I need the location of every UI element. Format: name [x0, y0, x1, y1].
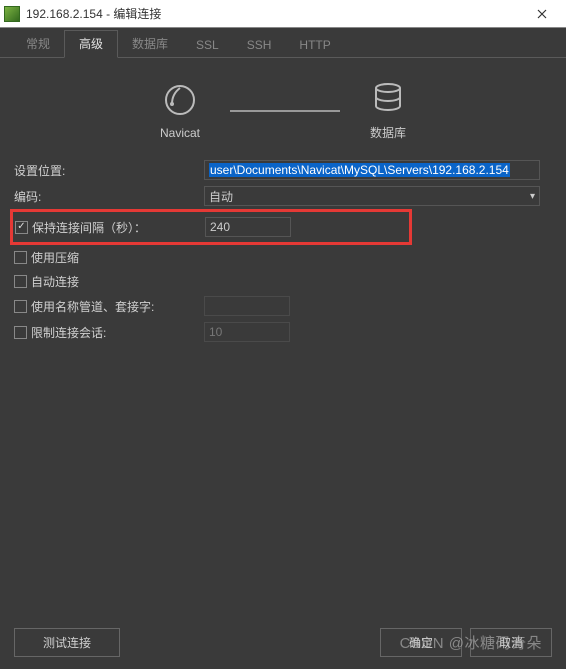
tabstrip: 常规 高级 数据库 SSL SSH HTTP [0, 28, 566, 58]
close-button[interactable] [522, 0, 562, 28]
label-keep-alive: 保持连接间隔（秒）： [32, 219, 146, 236]
label-encoding: 编码: [14, 188, 204, 205]
tab-advanced[interactable]: 高级 [64, 30, 118, 58]
label-auto-connect: 自动连接 [31, 273, 79, 290]
titlebar: 192.168.2.154 - 编辑连接 [0, 0, 566, 28]
input-settings-location[interactable]: user\Documents\Navicat\MySQL\Servers\192… [204, 160, 540, 180]
highlight-keep-alive: ✓ 保持连接间隔（秒）： [10, 209, 412, 245]
tab-databases[interactable]: 数据库 [118, 31, 182, 57]
row-keep-alive: ✓ 保持连接间隔（秒）： [15, 214, 407, 240]
tab-ssl[interactable]: SSL [182, 34, 233, 57]
checkbox-auto-connect[interactable] [14, 275, 27, 288]
checkbox-limit-sessions[interactable] [14, 326, 27, 339]
row-compression: 使用压缩 [14, 245, 552, 269]
input-named-pipe[interactable] [204, 296, 290, 316]
row-encoding: 编码: 自动 ▾ [14, 183, 552, 209]
input-keep-alive[interactable] [205, 217, 291, 237]
label-limit-sessions: 限制连接会话: [31, 324, 106, 341]
row-settings-location: 设置位置: user\Documents\Navicat\MySQL\Serve… [14, 157, 552, 183]
label-settings-location: 设置位置: [14, 162, 204, 179]
diagram-database-label: 数据库 [370, 124, 406, 141]
footer-button-group: 确定 取消 [380, 628, 552, 657]
select-encoding[interactable]: 自动 ▾ [204, 186, 540, 206]
footer: 测试连接 确定 取消 [14, 628, 552, 657]
diagram-database: 数据库 [370, 80, 406, 141]
checkbox-named-pipe[interactable] [14, 300, 27, 313]
input-limit-sessions[interactable] [204, 322, 290, 342]
diagram-navicat: Navicat [160, 82, 200, 140]
row-auto-connect: 自动连接 [14, 269, 552, 293]
label-named-pipe: 使用名称管道、套接字: [31, 298, 154, 315]
checkbox-compression[interactable] [14, 251, 27, 264]
tab-ssh[interactable]: SSH [233, 34, 286, 57]
checkbox-keep-alive[interactable]: ✓ [15, 221, 28, 234]
app-icon [4, 6, 20, 22]
tab-http[interactable]: HTTP [285, 34, 344, 57]
ok-button[interactable]: 确定 [380, 628, 462, 657]
navicat-icon [162, 82, 198, 118]
database-icon [370, 80, 406, 116]
window-title: 192.168.2.154 - 编辑连接 [26, 5, 522, 22]
test-connection-button[interactable]: 测试连接 [14, 628, 120, 657]
close-icon [537, 9, 547, 19]
label-compression: 使用压缩 [31, 249, 79, 266]
connection-diagram: Navicat 数据库 [14, 72, 552, 157]
diagram-connector-line [230, 110, 340, 112]
content-panel: Navicat 数据库 设置位置: user\Documents\Navicat… [0, 58, 566, 355]
select-encoding-value: 自动 [209, 188, 233, 205]
diagram-navicat-label: Navicat [160, 126, 200, 140]
chevron-down-icon: ▾ [530, 191, 535, 202]
cancel-button[interactable]: 取消 [470, 628, 552, 657]
row-named-pipe: 使用名称管道、套接字: [14, 293, 552, 319]
row-limit-sessions: 限制连接会话: [14, 319, 552, 345]
tab-general[interactable]: 常规 [12, 31, 64, 57]
